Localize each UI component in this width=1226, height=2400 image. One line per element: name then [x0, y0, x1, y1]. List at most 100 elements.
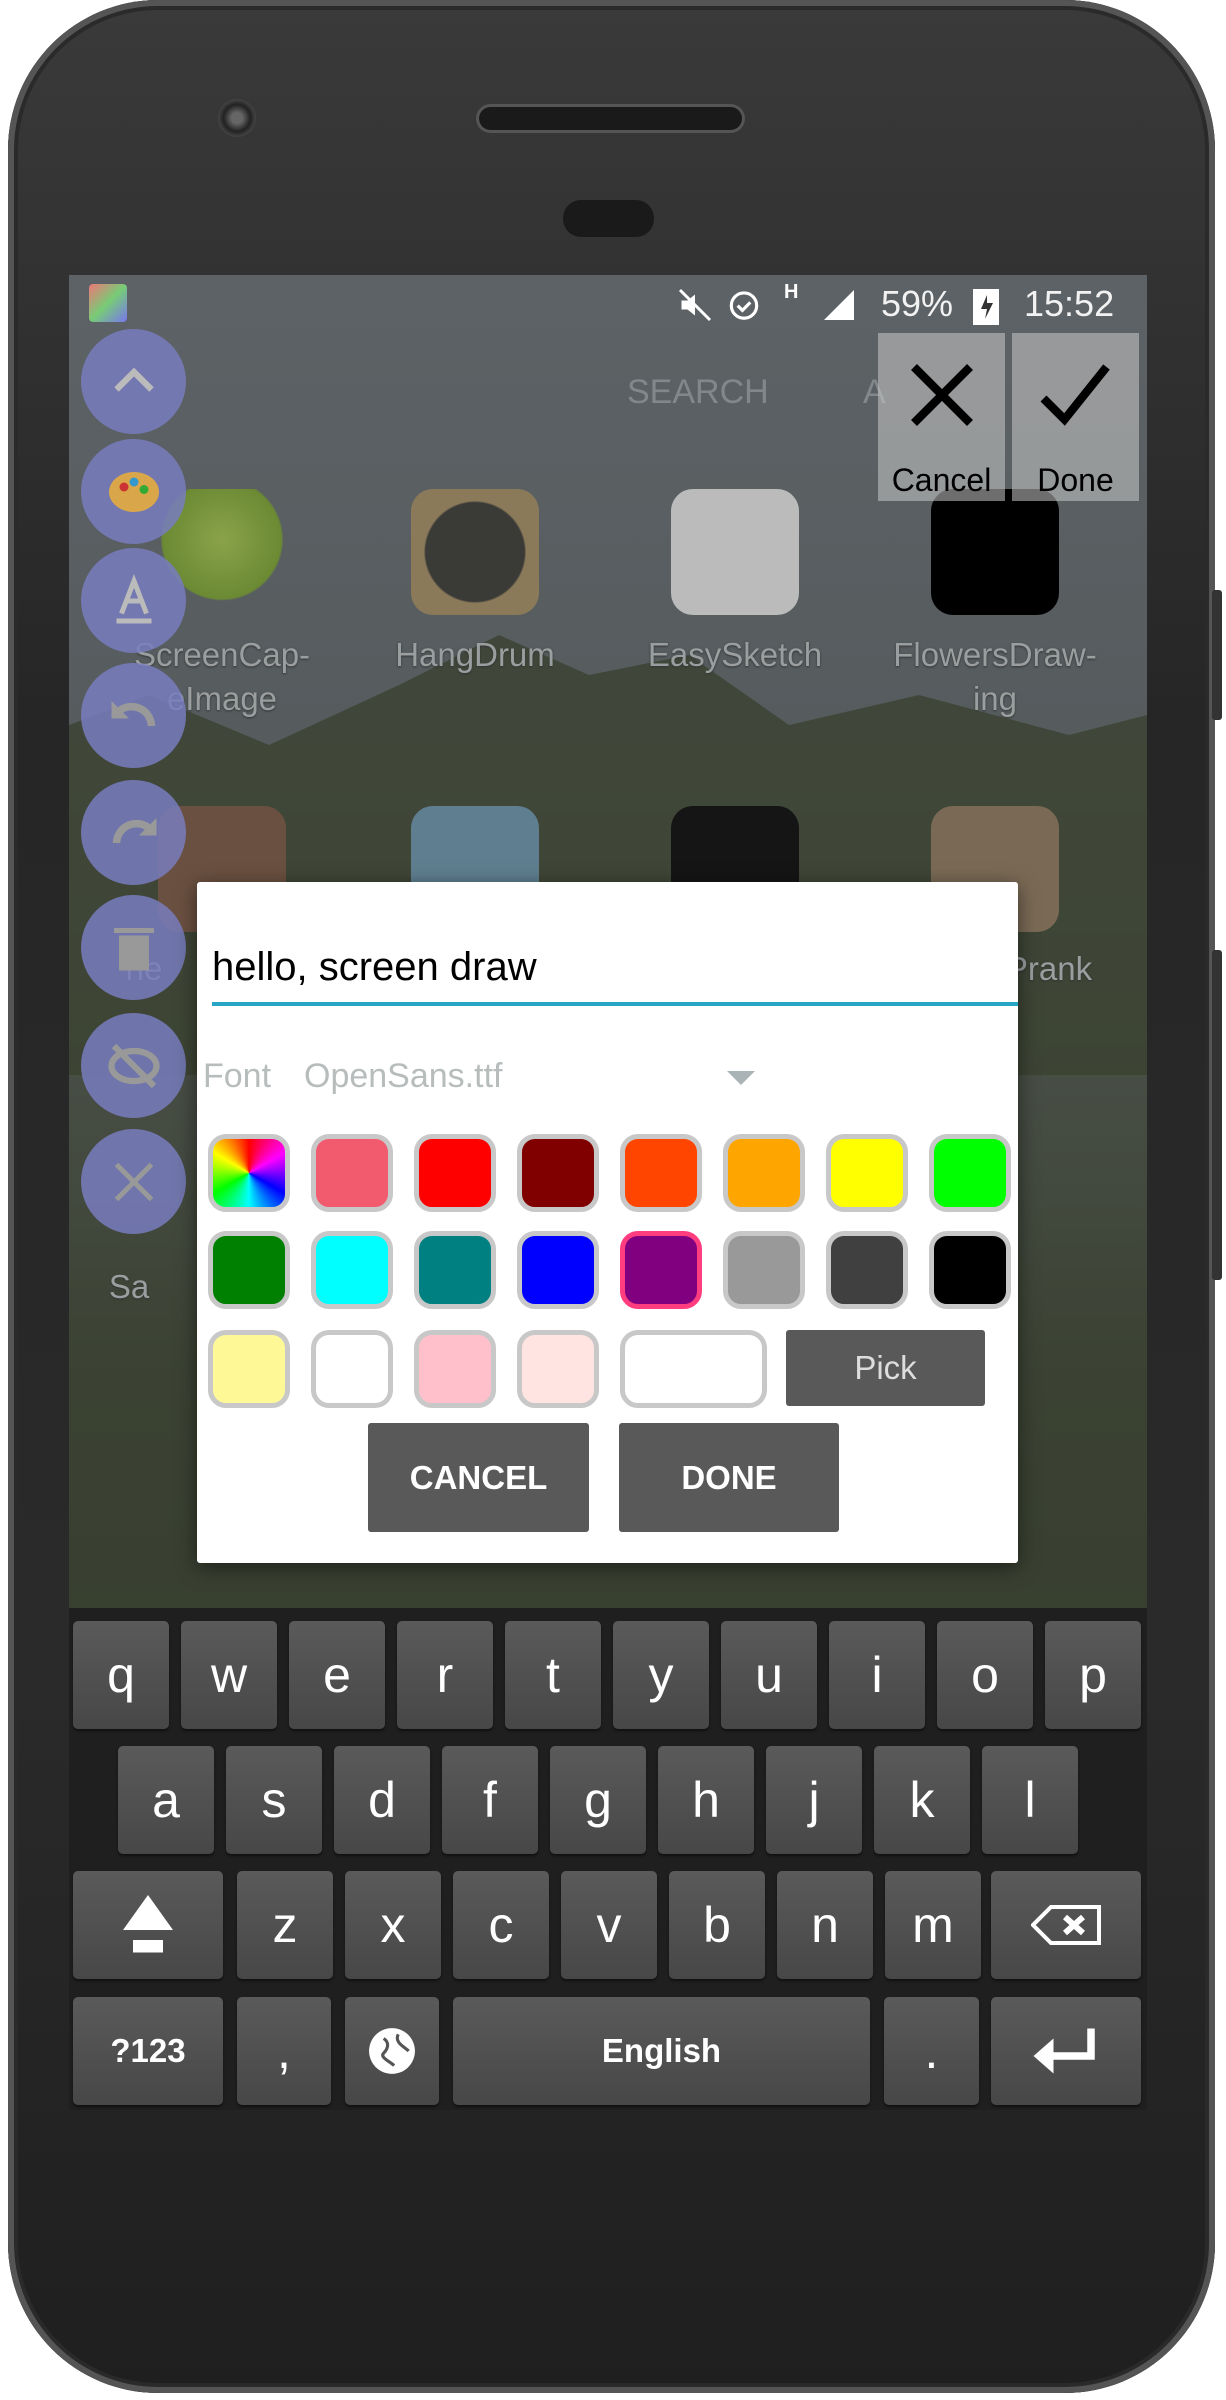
- key-i[interactable]: i: [829, 1621, 925, 1729]
- color-swatch[interactable]: [620, 1134, 702, 1212]
- dropdown-arrow-icon: [727, 1071, 755, 1085]
- color-swatch[interactable]: [826, 1231, 908, 1309]
- color-swatch[interactable]: [311, 1231, 393, 1309]
- cancel-action-button[interactable]: Cancel: [878, 333, 1005, 501]
- close-icon: [114, 1162, 153, 1201]
- color-swatch[interactable]: [517, 1330, 599, 1408]
- color-swatch[interactable]: [723, 1134, 805, 1212]
- key-g[interactable]: g: [550, 1746, 646, 1854]
- speaker-grille: [479, 107, 742, 130]
- font-label: Font: [203, 1057, 272, 1095]
- language-key[interactable]: [345, 1997, 439, 2105]
- symbols-key[interactable]: ?123: [73, 1997, 223, 2105]
- space-key[interactable]: English: [453, 1997, 870, 2105]
- font-dropdown[interactable]: OpenSans.ttf: [297, 1049, 757, 1105]
- key-c[interactable]: c: [453, 1871, 549, 1979]
- color-swatch[interactable]: [826, 1134, 908, 1212]
- color-swatch[interactable]: [517, 1134, 599, 1212]
- color-swatch[interactable]: [929, 1231, 1011, 1309]
- cancel-action-label: Cancel: [891, 462, 992, 498]
- text-dialog: hello, screen draw Font OpenSans.ttf Pic…: [197, 882, 1018, 1563]
- color-swatch[interactable]: [414, 1134, 496, 1212]
- chevron-up-icon: [113, 367, 154, 392]
- power-button: [1212, 590, 1222, 720]
- toolbar-button-palette[interactable]: [81, 439, 186, 544]
- color-swatch[interactable]: [620, 1231, 702, 1309]
- key-o[interactable]: o: [937, 1621, 1033, 1729]
- period-key[interactable]: .: [884, 1997, 979, 2105]
- done-action-button[interactable]: Done: [1012, 333, 1139, 501]
- palette-icon: [108, 471, 159, 512]
- key-t[interactable]: t: [505, 1621, 601, 1729]
- enter-icon: [1033, 2028, 1095, 2074]
- check-icon: [1040, 364, 1110, 426]
- key-z[interactable]: z: [237, 1871, 333, 1979]
- key-b[interactable]: b: [669, 1871, 765, 1979]
- app-icon-draw: [89, 284, 127, 322]
- front-camera: [218, 99, 256, 137]
- key-x[interactable]: x: [345, 1871, 441, 1979]
- color-swatch[interactable]: [929, 1134, 1011, 1212]
- dialog-done-button[interactable]: DONE: [619, 1423, 839, 1532]
- signal-icon: [824, 290, 854, 320]
- key-y[interactable]: y: [613, 1621, 709, 1729]
- tab-search[interactable]: SEARCH: [627, 373, 769, 412]
- color-swatch[interactable]: [208, 1231, 290, 1309]
- done-action-label: Done: [1037, 462, 1114, 498]
- key-u[interactable]: u: [721, 1621, 817, 1729]
- battery-percent: 59%: [881, 283, 954, 324]
- enter-key[interactable]: [991, 1997, 1141, 2105]
- app-label: HangDrum: [395, 636, 555, 673]
- color-swatch[interactable]: [517, 1231, 599, 1309]
- key-v[interactable]: v: [561, 1871, 657, 1979]
- toolbar-button-chevron-up[interactable]: [81, 329, 186, 434]
- text-input[interactable]: hello, screen draw: [212, 932, 1018, 1006]
- backspace-key[interactable]: [991, 1871, 1141, 1979]
- clock: 15:52: [1024, 283, 1115, 324]
- key-d[interactable]: d: [334, 1746, 430, 1854]
- key-h[interactable]: h: [658, 1746, 754, 1854]
- key-e[interactable]: e: [289, 1621, 385, 1729]
- key-j[interactable]: j: [766, 1746, 862, 1854]
- volume-button: [1212, 950, 1222, 1280]
- color-swatch[interactable]: [311, 1134, 393, 1212]
- globe-icon: [369, 2028, 415, 2074]
- key-s[interactable]: s: [226, 1746, 322, 1854]
- app-icon-hangdrum[interactable]: [411, 489, 539, 615]
- color-swatch[interactable]: [620, 1330, 767, 1408]
- network-type: H: [784, 281, 799, 303]
- key-p[interactable]: p: [1045, 1621, 1141, 1729]
- toolbar-button-text[interactable]: [81, 548, 186, 653]
- color-swatch[interactable]: [208, 1330, 290, 1408]
- earpiece: [563, 200, 654, 237]
- hide-eye-icon: [107, 1043, 160, 1088]
- shift-key[interactable]: [73, 1871, 223, 1979]
- key-f[interactable]: f: [442, 1746, 538, 1854]
- color-swatch[interactable]: [414, 1330, 496, 1408]
- color-swatch[interactable]: [414, 1231, 496, 1309]
- soft-keyboard: q w e r t y u i o p a s d f g h j k l z x c v b n m ?123, English.: [69, 1608, 1147, 2110]
- app-icon-flowersdrawing[interactable]: [931, 489, 1059, 615]
- key-n[interactable]: n: [777, 1871, 873, 1979]
- key-q[interactable]: q: [73, 1621, 169, 1729]
- toolbar-button-undo[interactable]: [81, 663, 186, 768]
- trash-icon: [113, 927, 154, 970]
- key-a[interactable]: a: [118, 1746, 214, 1854]
- backspace-icon: [1031, 1905, 1101, 1945]
- color-swatch[interactable]: [723, 1231, 805, 1309]
- pick-color-button[interactable]: Pick: [786, 1330, 985, 1406]
- key-w[interactable]: w: [181, 1621, 277, 1729]
- toolbar-button-trash[interactable]: [81, 895, 186, 1000]
- dialog-cancel-button[interactable]: CANCEL: [368, 1423, 589, 1532]
- key-l[interactable]: l: [982, 1746, 1078, 1854]
- color-swatch[interactable]: [311, 1330, 393, 1408]
- color-swatch[interactable]: [208, 1134, 290, 1212]
- toolbar-button-hide-eye[interactable]: [81, 1013, 186, 1118]
- key-m[interactable]: m: [885, 1871, 981, 1979]
- app-icon-easysketch[interactable]: [671, 489, 799, 615]
- comma-key[interactable]: ,: [237, 1997, 331, 2105]
- toolbar-button-close[interactable]: [81, 1129, 186, 1234]
- toolbar-button-redo[interactable]: [81, 780, 186, 885]
- key-r[interactable]: r: [397, 1621, 493, 1729]
- key-k[interactable]: k: [874, 1746, 970, 1854]
